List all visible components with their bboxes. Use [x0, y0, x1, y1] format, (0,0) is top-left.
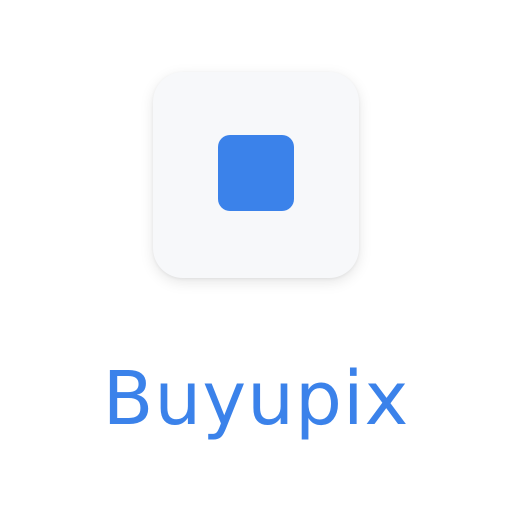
- app-logo-tile: [153, 72, 359, 278]
- app-name: Buyupix: [102, 356, 410, 442]
- app-logo-square-icon: [218, 135, 294, 211]
